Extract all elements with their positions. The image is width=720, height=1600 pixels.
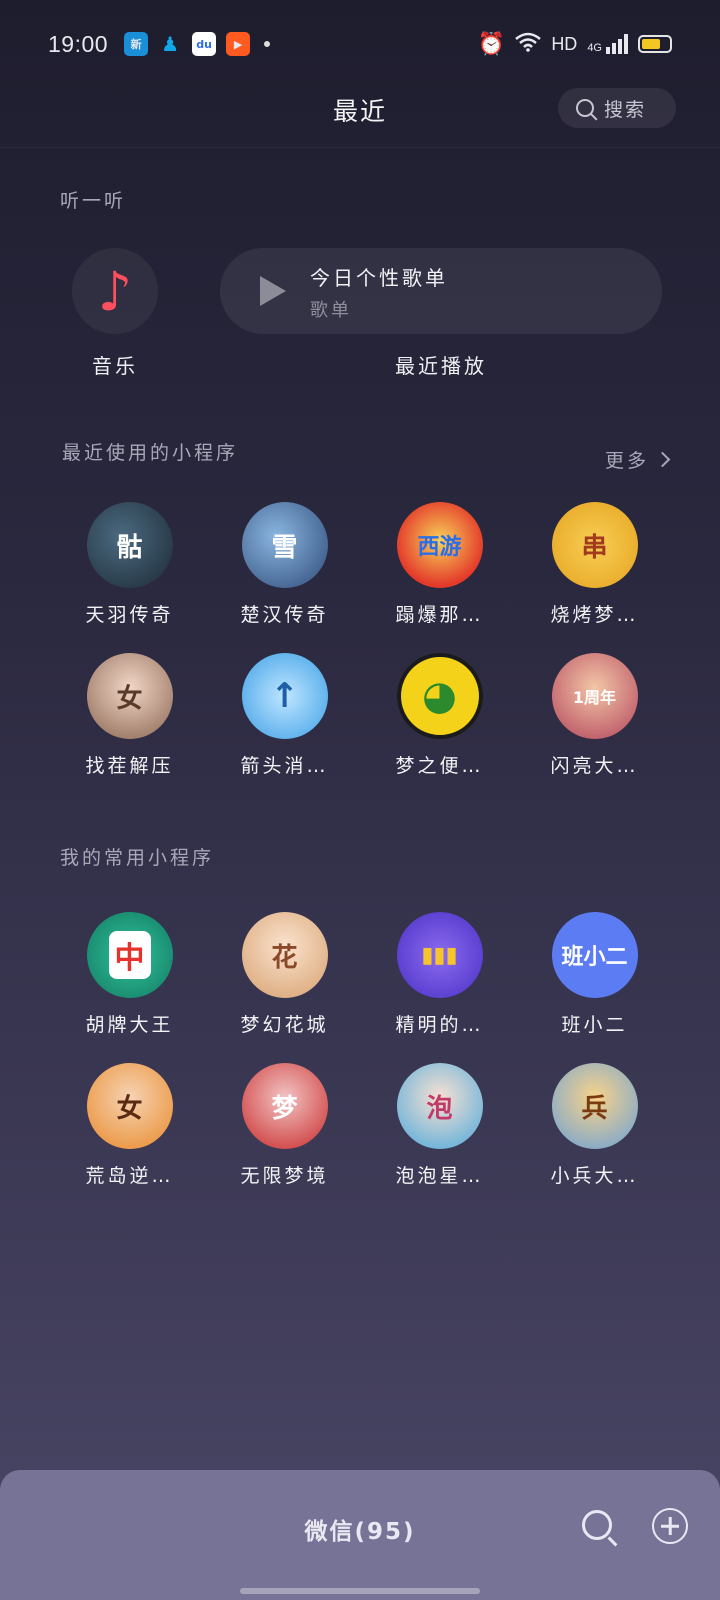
- chevron-right-icon: [654, 451, 671, 468]
- music-button[interactable]: ♪: [72, 248, 158, 334]
- add-icon[interactable]: [652, 1508, 688, 1544]
- mini-app-icon: ▮▮▮: [396, 912, 483, 998]
- mini-app-label: 泡泡星…: [395, 1165, 484, 1187]
- news-app-icon: 新: [124, 32, 149, 56]
- mini-app-bbq[interactable]: 串 烧烤梦…: [517, 502, 672, 627]
- mini-app-icon: 梦: [241, 1063, 328, 1149]
- mini-app-label: 楚汉传奇: [240, 604, 329, 626]
- mini-app-tabao[interactable]: 西游 蹋爆那…: [362, 502, 517, 627]
- mini-app-shining[interactable]: 1周年 闪亮大…: [517, 653, 672, 778]
- mini-app-label: 荒岛逆…: [85, 1165, 174, 1187]
- mini-app-huangdao[interactable]: 女 荒岛逆…: [52, 1063, 207, 1188]
- music-label: 音乐: [92, 354, 138, 378]
- search-label: 搜索: [604, 98, 647, 121]
- mini-app-jingming[interactable]: ▮▮▮ 精明的…: [362, 912, 517, 1037]
- mini-app-icon: 花: [241, 912, 328, 998]
- mini-app-hupai[interactable]: 中 胡牌大王: [52, 912, 207, 1037]
- music-note-icon: ♪: [97, 259, 133, 323]
- kuaishou-app-icon: ▶: [226, 32, 251, 56]
- page-header: 最近 搜索: [0, 82, 720, 148]
- mini-app-xiaobing[interactable]: 兵 小兵大…: [517, 1063, 672, 1188]
- mini-app-icon: 班小二: [551, 912, 638, 998]
- play-icon: [260, 276, 286, 306]
- mini-app-label: 天羽传奇: [85, 604, 174, 626]
- mini-app-icon: 骷: [86, 502, 173, 588]
- search-icon: [576, 99, 594, 117]
- mini-app-icon: 女: [86, 653, 173, 739]
- mini-app-label: 闪亮大…: [550, 755, 639, 777]
- mini-app-icon: 中: [86, 912, 173, 998]
- mini-app-icon: 雪: [241, 502, 328, 588]
- mini-app-icon: ◕: [396, 653, 483, 739]
- mini-app-dream[interactable]: ◕ 梦之便…: [362, 653, 517, 778]
- home-indicator[interactable]: [240, 1588, 480, 1594]
- wechat-bottom-bar[interactable]: 微信(95): [0, 1470, 720, 1600]
- mini-app-icon: 西游: [396, 502, 483, 588]
- qq-app-icon: ♟: [161, 32, 180, 56]
- status-app-icons: 新 ♟ du ▶: [124, 32, 271, 56]
- playlist-subtitle: 歌单: [310, 300, 352, 321]
- wifi-icon: [515, 32, 542, 57]
- favorite-mini-section-title: 我的常用小程序: [60, 847, 215, 869]
- mini-app-zhaocha[interactable]: 女 找茬解压: [52, 653, 207, 778]
- mini-app-huacheng[interactable]: 花 梦幻花城: [207, 912, 362, 1037]
- mini-app-paopao[interactable]: 泡 泡泡星…: [362, 1063, 517, 1188]
- more-label: 更多: [604, 450, 649, 472]
- alarm-icon: ⏰: [477, 31, 506, 56]
- mini-app-label: 无限梦境: [240, 1165, 329, 1187]
- mini-app-label: 找茬解压: [85, 755, 174, 777]
- mini-app-icon: 串: [551, 502, 638, 588]
- daily-playlist-card[interactable]: 今日个性歌单 歌单: [220, 248, 662, 334]
- mini-app-wuxian[interactable]: 梦 无限梦境: [207, 1063, 362, 1188]
- network-hd-label: HD: [551, 33, 578, 54]
- mini-app-label: 箭头消…: [240, 755, 329, 777]
- mini-app-chuhan[interactable]: 雪 楚汉传奇: [207, 502, 362, 627]
- mini-app-banxiaoer[interactable]: 班小二 班小二: [517, 912, 672, 1037]
- status-time: 19:00: [48, 30, 109, 57]
- recent-mini-section-title: 最近使用的小程序: [62, 442, 239, 464]
- mini-app-label: 梦之便…: [395, 755, 484, 777]
- mini-app-tianyu[interactable]: 骷 天羽传奇: [52, 502, 207, 627]
- more-link[interactable]: 更多: [604, 446, 671, 473]
- signal-4g-label: 4G: [587, 42, 602, 54]
- mini-app-label: 小兵大…: [550, 1165, 639, 1187]
- mini-app-label: 胡牌大王: [85, 1014, 174, 1036]
- favorite-mini-grid: 中 胡牌大王 花 梦幻花城 ▮▮▮ 精明的… 班小二 班小二 女 荒岛逆… 梦 …: [52, 912, 672, 1188]
- mini-app-icon: 泡: [396, 1063, 483, 1149]
- battery-fill: [642, 39, 661, 49]
- status-right: ⏰ HD 4G: [478, 31, 672, 57]
- search-icon[interactable]: [582, 1510, 612, 1540]
- mini-app-label: 烧烤梦…: [550, 604, 639, 626]
- mini-app-label: 蹋爆那…: [395, 604, 484, 626]
- mini-app-arrow[interactable]: ↑ 箭头消…: [207, 653, 362, 778]
- mini-app-icon: 兵: [551, 1063, 638, 1149]
- baidu-app-icon: du: [192, 32, 217, 56]
- mini-app-icon: ↑: [241, 653, 328, 739]
- notification-dot-icon: [264, 41, 271, 47]
- battery-icon: [638, 35, 672, 53]
- mini-app-icon: 1周年: [551, 653, 638, 739]
- listen-section-title: 听一听: [60, 190, 127, 212]
- recent-mini-grid: 骷 天羽传奇 雪 楚汉传奇 西游 蹋爆那… 串 烧烤梦… 女 找茬解压 ↑ 箭头…: [52, 502, 672, 778]
- playlist-title: 今日个性歌单: [310, 266, 448, 290]
- signal-icon: 4G: [587, 34, 628, 54]
- mini-app-label: 班小二: [561, 1014, 628, 1036]
- recent-play-label: 最近播放: [395, 354, 487, 378]
- status-bar: 19:00 新 ♟ du ▶ ⏰ HD 4G: [0, 0, 720, 88]
- mini-app-label: 精明的…: [395, 1014, 484, 1036]
- search-button[interactable]: 搜索: [558, 88, 676, 128]
- mini-app-icon: 女: [86, 1063, 173, 1149]
- mini-app-label: 梦幻花城: [240, 1014, 329, 1036]
